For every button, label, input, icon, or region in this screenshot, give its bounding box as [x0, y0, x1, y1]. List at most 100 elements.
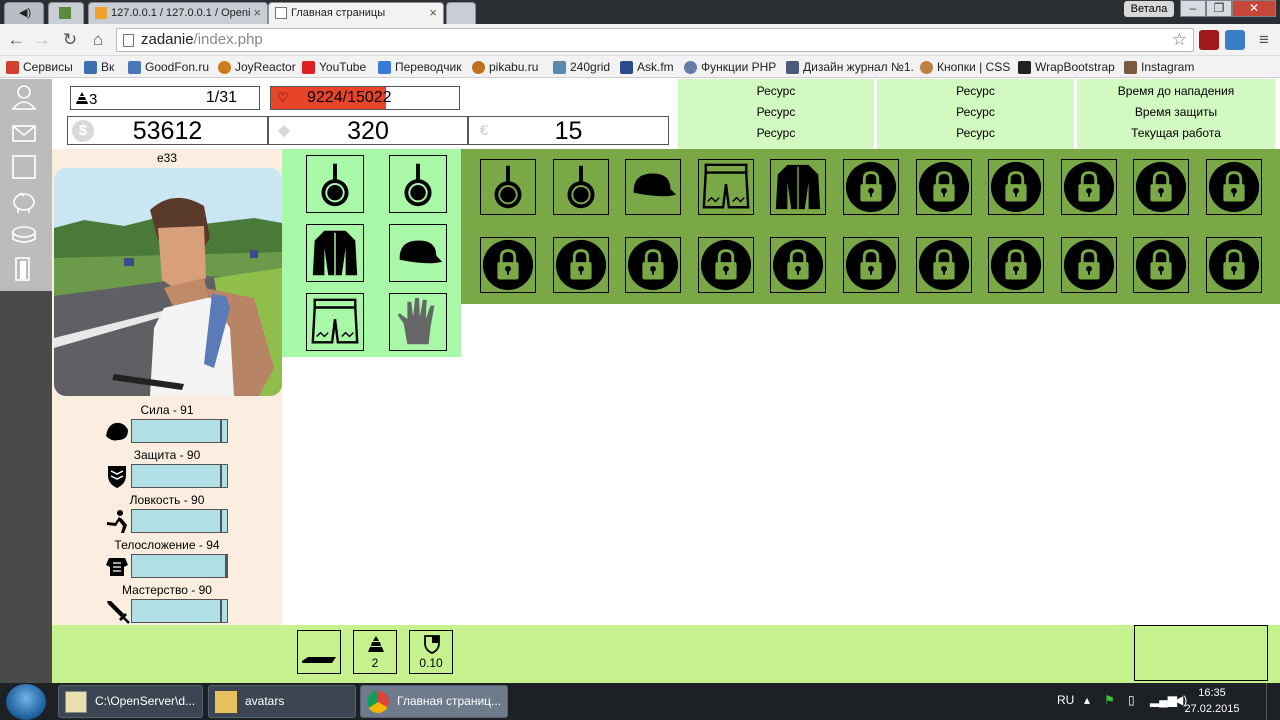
bookmark-php-functions[interactable]: Функции PHP	[684, 59, 776, 75]
inventory-slot[interactable]	[625, 159, 682, 215]
inventory-slot-locked[interactable]	[480, 237, 536, 293]
equip-slot-head[interactable]	[389, 224, 447, 282]
lock-icon	[628, 239, 679, 291]
cap-icon	[633, 173, 677, 197]
bookmark-joyreactor[interactable]: JoyReactor	[218, 59, 296, 75]
action-center-flag-icon[interactable]: ⚑	[1104, 693, 1115, 707]
tab-speaker[interactable]: ◀)	[4, 2, 44, 24]
clock-date[interactable]: 27.02.2015	[1182, 703, 1242, 715]
grass-block-icon	[59, 7, 71, 19]
footer-bar: 2 0.10	[52, 625, 1280, 683]
start-button[interactable]	[6, 684, 46, 720]
exit-door-icon[interactable]	[10, 255, 38, 283]
profile-chip[interactable]: Ветала	[1124, 1, 1174, 17]
equip-slot-weapon-2[interactable]	[389, 155, 447, 213]
bookmark-label: WrapBootstrap	[1035, 60, 1115, 74]
footer-empty-box[interactable]	[1134, 625, 1268, 681]
menu-icon[interactable]: ≡	[1254, 30, 1274, 50]
forward-arrow-icon[interactable]: →	[32, 30, 52, 50]
tab-minecraft[interactable]	[48, 2, 84, 24]
minimize-button[interactable]: –	[1180, 0, 1206, 17]
inventory-slot-locked[interactable]	[843, 237, 899, 293]
pikabu-icon	[472, 61, 485, 74]
pan-icon	[494, 165, 522, 209]
inventory-slot-locked[interactable]	[1206, 237, 1262, 293]
inventory-slot-locked[interactable]	[1060, 159, 1117, 215]
inventory-slot-locked[interactable]	[988, 237, 1045, 293]
bookmark-askfm[interactable]: Ask.fm	[620, 59, 674, 75]
new-tab-button[interactable]	[446, 2, 476, 24]
reload-icon[interactable]: ↻	[60, 30, 80, 50]
resource-item: Ресурс	[756, 126, 796, 140]
power-icon[interactable]: ▯	[1128, 693, 1135, 707]
task-chrome[interactable]: Главная страниц...	[360, 685, 508, 718]
footer-box-ground[interactable]	[297, 630, 341, 674]
chart-extension-icon[interactable]	[1225, 30, 1245, 50]
inventory-slot[interactable]	[770, 159, 827, 215]
home-icon[interactable]: ⌂	[88, 30, 108, 50]
bookmark-instagram[interactable]: Instagram	[1124, 59, 1194, 75]
tab-main-page[interactable]: Главная страницы ×	[268, 2, 444, 24]
bookmark-youtube[interactable]: YouTube	[302, 59, 366, 75]
piggy-bank-icon[interactable]	[10, 187, 38, 215]
bookmark-translator[interactable]: Переводчик	[378, 59, 462, 75]
bookmark-star-icon[interactable]: ☆	[1172, 29, 1187, 51]
show-desktop-button[interactable]	[1266, 683, 1280, 720]
footer-box-defense[interactable]: 0.10	[409, 630, 453, 674]
close-icon[interactable]: ×	[253, 3, 261, 23]
task-openserver[interactable]: C:\OpenServer\d...	[58, 685, 203, 718]
bookmark-label: pikabu.ru	[489, 60, 539, 74]
inventory-slot-locked[interactable]	[915, 237, 972, 293]
bookmark-services[interactable]: Сервисы	[6, 59, 73, 75]
wrapbootstrap-icon	[1018, 61, 1031, 74]
bookmark-label: Функции PHP	[701, 60, 777, 74]
bookmark-goodfon[interactable]: GoodFon.ru	[128, 59, 209, 75]
inventory-slot-locked[interactable]	[625, 237, 682, 293]
equip-slot-legs[interactable]	[306, 293, 364, 351]
bookmark-vk[interactable]: Вк	[84, 59, 114, 75]
inventory-slot-locked[interactable]	[915, 159, 972, 215]
address-bar[interactable]: zadanie/index.php ☆	[116, 28, 1194, 52]
cap-icon	[399, 240, 443, 264]
network-icon[interactable]: ▂▄▆	[1150, 693, 1177, 707]
square-icon[interactable]	[10, 153, 38, 181]
inventory-slot-locked[interactable]	[552, 237, 609, 293]
equip-slot-hands[interactable]	[389, 293, 447, 351]
inventory-slot[interactable]	[697, 159, 754, 215]
tab-phpmyadmin[interactable]: 127.0.0.1 / 127.0.0.1 / Openi ×	[88, 2, 268, 24]
inventory-slot-locked[interactable]	[1060, 237, 1117, 293]
close-icon[interactable]: ×	[429, 3, 437, 23]
close-window-button[interactable]: ✕	[1232, 0, 1276, 17]
bookmarks-bar: Сервисы Вк GoodFon.ru JoyReactor YouTube…	[0, 56, 1280, 78]
inventory-slot-locked[interactable]	[1133, 237, 1190, 293]
mail-icon[interactable]	[10, 119, 38, 147]
arena-icon[interactable]	[10, 221, 38, 249]
inventory-slot-locked[interactable]	[697, 237, 754, 293]
inventory-slot[interactable]	[552, 159, 609, 215]
ublock-extension-icon[interactable]	[1199, 30, 1219, 50]
user-icon[interactable]	[10, 83, 38, 111]
inventory-slot-locked[interactable]	[843, 159, 899, 215]
bookmark-pikabu[interactable]: pikabu.ru	[472, 59, 538, 75]
bookmark-css-buttons[interactable]: Кнопки | CSS	[920, 59, 1010, 75]
clock-time[interactable]: 16:35	[1182, 687, 1242, 699]
maximize-button[interactable]: ❐	[1206, 0, 1232, 17]
inventory-slot-locked[interactable]	[1206, 159, 1262, 215]
language-indicator[interactable]: RU	[1057, 693, 1074, 707]
bookmark-wrapbootstrap[interactable]: WrapBootstrap	[1018, 59, 1115, 75]
task-avatars-folder[interactable]: avatars	[208, 685, 356, 718]
stat-fill	[132, 420, 223, 442]
bookmark-240grid[interactable]: 240grid	[553, 59, 610, 75]
inventory-slot[interactable]	[480, 159, 536, 215]
inventory-slot-locked[interactable]	[770, 237, 827, 293]
footer-box-level[interactable]: 2	[353, 630, 397, 674]
equip-slot-weapon-1[interactable]	[306, 155, 364, 213]
inventory-slot-locked[interactable]	[1133, 159, 1190, 215]
equip-slot-body[interactable]	[306, 224, 364, 282]
tray-arrow-icon[interactable]: ▴	[1084, 693, 1090, 707]
inventory-slot-locked[interactable]	[988, 159, 1045, 215]
bookmark-design-journal[interactable]: Дизайн журнал №1.	[786, 59, 914, 75]
back-arrow-icon[interactable]: ←	[6, 30, 26, 50]
page-info-icon[interactable]	[123, 34, 134, 47]
stat-fill	[132, 600, 223, 622]
